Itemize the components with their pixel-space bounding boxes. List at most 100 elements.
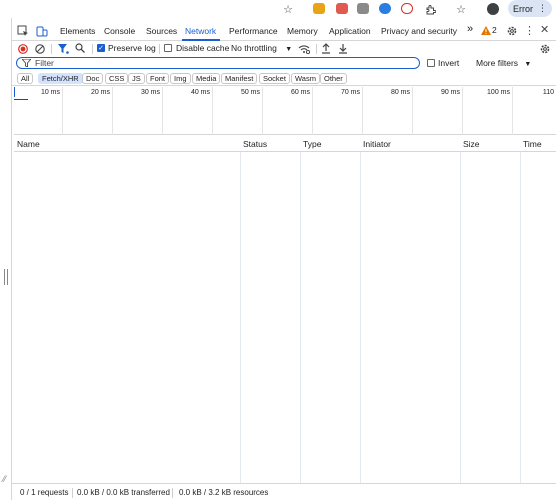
column-header-status[interactable]: Status <box>243 139 267 149</box>
type-filter-other[interactable]: Other <box>320 73 347 84</box>
bookmark-star-icon[interactable]: ☆ <box>281 2 295 16</box>
timeline-gridline <box>512 87 513 135</box>
dropdown-arrow-icon: ▼ <box>524 61 532 68</box>
type-filter-font[interactable]: Font <box>146 73 170 84</box>
filter-placeholder: Filter <box>35 58 54 68</box>
timeline-start-marker <box>14 87 15 97</box>
reading-list-star-icon[interactable]: ☆ <box>454 2 468 16</box>
timeline-tick-label: 80 ms <box>390 89 410 96</box>
request-count: 0 / 1 requests <box>20 488 69 497</box>
dropdown-arrow-icon: ▼ <box>285 46 293 53</box>
column-header-name[interactable]: Name <box>17 139 40 149</box>
filter-funnel-icon[interactable] <box>58 44 69 54</box>
type-filter-img[interactable]: Img <box>170 73 191 84</box>
network-conditions-icon[interactable] <box>298 43 310 54</box>
error-label: Error <box>513 3 533 14</box>
timeline-tick-label: 30 ms <box>140 89 160 96</box>
invert-checkbox[interactable] <box>427 59 435 67</box>
type-filter-media[interactable]: Media <box>192 73 221 84</box>
toolbar-divider <box>316 44 317 54</box>
tab-sources[interactable]: Sources <box>146 26 177 36</box>
resize-handle-icon[interactable] <box>4 269 8 285</box>
status-divider <box>72 488 73 498</box>
extension-grid-icon[interactable] <box>336 3 348 14</box>
column-header-size[interactable]: Size <box>463 139 480 149</box>
timeline-gridline <box>362 87 363 135</box>
timeline-gridline <box>112 87 113 135</box>
more-menu-icon: ⋮ <box>538 3 547 13</box>
requests-table: Name Status Type Initiator Size Time <box>14 136 556 483</box>
filter-row: Filter Invert More filters ▼ <box>12 56 556 71</box>
timeline-overview[interactable]: 10 ms 20 ms 30 ms 40 ms 50 ms 60 ms 70 m… <box>14 87 556 135</box>
more-filters-button[interactable]: More filters ▼ <box>476 58 531 68</box>
network-status-bar: 0 / 1 requests 0.0 kB / 0.0 kB transferr… <box>12 483 556 500</box>
type-filter-js[interactable]: JS <box>128 73 145 84</box>
column-divider <box>460 136 461 483</box>
device-toolbar-icon[interactable] <box>36 25 48 37</box>
devtools-tab-bar: Elements Console Sources Network Perform… <box>12 22 556 41</box>
extensions-puzzle-icon[interactable] <box>423 2 437 16</box>
column-header-time[interactable]: Time <box>523 139 542 149</box>
close-devtools-icon[interactable]: ✕ <box>540 23 549 36</box>
filter-input[interactable]: Filter <box>16 57 420 69</box>
timeline-gridline <box>212 87 213 135</box>
table-header: Name Status Type Initiator Size Time <box>14 136 556 152</box>
type-filter-fetch-xhr[interactable]: Fetch/XHR <box>38 73 83 84</box>
toolbar-divider <box>159 44 160 54</box>
type-filter-doc[interactable]: Doc <box>82 73 104 84</box>
column-header-initiator[interactable]: Initiator <box>363 139 391 149</box>
disable-cache-label: Disable cache <box>176 43 230 53</box>
import-har-icon[interactable] <box>321 43 331 54</box>
type-filter-css[interactable]: CSS <box>105 73 129 84</box>
timeline-gridline <box>312 87 313 135</box>
issues-counter[interactable]: 2 <box>481 25 497 35</box>
column-header-type[interactable]: Type <box>303 139 321 149</box>
settings-gear-icon[interactable] <box>506 25 518 37</box>
record-stop-icon[interactable] <box>18 44 28 54</box>
tab-network[interactable]: Network <box>185 26 216 36</box>
warning-icon <box>481 25 491 35</box>
network-settings-gear-icon[interactable] <box>539 43 551 55</box>
export-har-icon[interactable] <box>338 43 348 54</box>
type-filter-wasm[interactable]: Wasm <box>291 73 320 84</box>
timeline-gridline <box>412 87 413 135</box>
timeline-tick-label: 100 ms <box>487 89 510 96</box>
timeline-request-bar <box>14 99 28 100</box>
extension-code-icon[interactable] <box>357 3 369 14</box>
column-divider <box>300 136 301 483</box>
tab-console[interactable]: Console <box>104 26 135 36</box>
column-divider <box>520 136 521 483</box>
tab-memory[interactable]: Memory <box>287 26 318 36</box>
type-filter-socket[interactable]: Socket <box>259 73 290 84</box>
timeline-tick-label: 10 ms <box>40 89 60 96</box>
timeline-tick-label: 50 ms <box>240 89 260 96</box>
filter-funnel-small-icon <box>22 59 31 67</box>
extension-folder-icon[interactable] <box>313 3 325 14</box>
tab-application[interactable]: Application <box>329 26 371 36</box>
tab-elements[interactable]: Elements <box>60 26 95 36</box>
page-edge-gutter: ⁄⁄ <box>0 18 12 500</box>
search-icon[interactable] <box>75 43 85 53</box>
toolbar-divider <box>92 44 93 54</box>
extension-sync-icon[interactable] <box>379 3 391 14</box>
throttling-select[interactable]: No throttling ▼ <box>231 43 292 53</box>
profile-avatar[interactable] <box>487 3 499 15</box>
timeline-gridline <box>162 87 163 135</box>
error-button[interactable]: Error ⋮ <box>508 0 552 17</box>
disable-cache-checkbox[interactable] <box>164 44 172 52</box>
inspect-element-icon[interactable] <box>17 25 29 37</box>
more-tabs-icon[interactable]: » <box>467 23 473 35</box>
customize-menu-icon[interactable]: ⋮ <box>524 24 535 37</box>
resource-type-filters: All Fetch/XHR Doc CSS JS Font Img Media … <box>12 72 556 86</box>
preserve-log-checkbox[interactable]: ✓ <box>97 44 105 52</box>
transferred-size: 0.0 kB / 0.0 kB transferred <box>77 488 170 497</box>
extension-record-icon[interactable] <box>401 3 413 14</box>
clear-log-icon[interactable] <box>35 44 45 54</box>
tab-privacy-security[interactable]: Privacy and security <box>381 26 457 36</box>
type-filter-all[interactable]: All <box>17 73 34 84</box>
devtools-panel: Elements Console Sources Network Perform… <box>12 18 556 500</box>
type-filter-manifest[interactable]: Manifest <box>221 73 258 84</box>
corner-resize-icon[interactable]: ⁄⁄ <box>3 474 6 484</box>
tab-performance[interactable]: Performance <box>229 26 278 36</box>
timeline-tick-label: 20 ms <box>90 89 110 96</box>
